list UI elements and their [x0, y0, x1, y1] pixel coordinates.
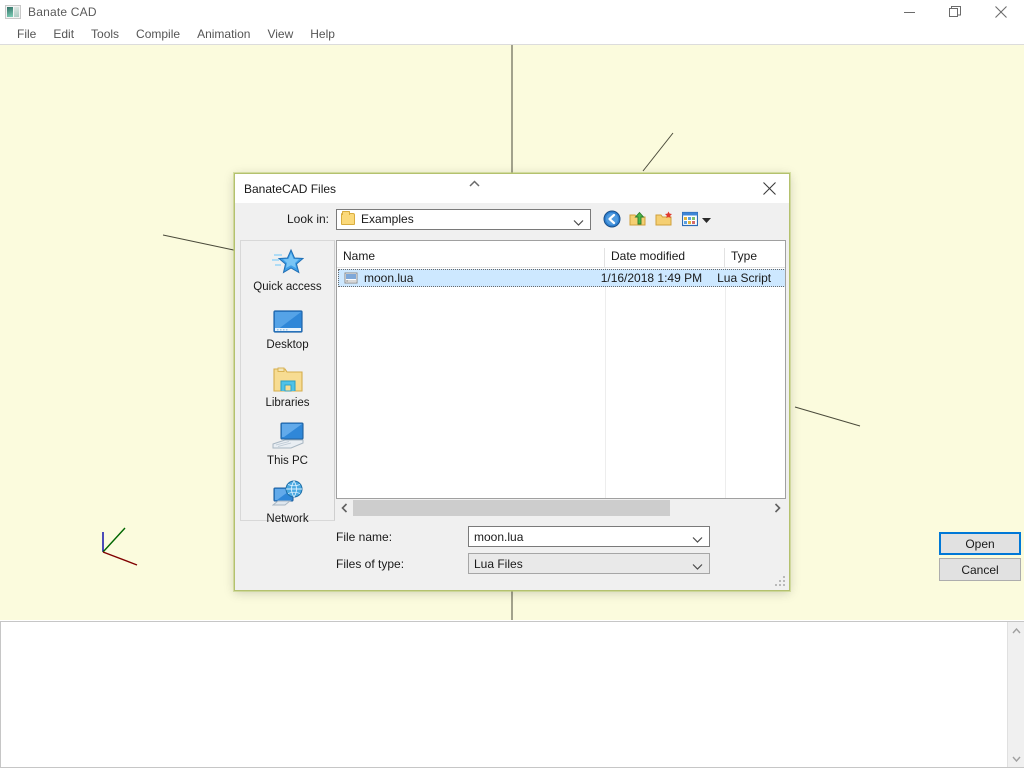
menu-item-view[interactable]: View [259, 25, 302, 43]
menu-item-file[interactable]: File [9, 25, 45, 43]
scrollbar-thumb[interactable] [353, 500, 670, 516]
menu-item-animation[interactable]: Animation [189, 25, 259, 43]
folder-icon [341, 213, 355, 225]
application-window: Banate CAD File Edit Tools Compil [0, 0, 1024, 768]
network-globe-icon [272, 478, 304, 510]
place-label: Libraries [265, 397, 309, 409]
files-of-type-select[interactable]: Lua Files [468, 553, 710, 574]
menu-item-tools[interactable]: Tools [83, 25, 128, 43]
files-of-type-label: Files of type: [235, 557, 468, 571]
views-icon[interactable] [679, 208, 701, 230]
desktop-icon [272, 304, 304, 336]
up-folder-icon[interactable] [627, 208, 649, 230]
cell-type: Lua Script [717, 271, 785, 285]
look-in-value: Examples [361, 212, 414, 226]
chevron-up-icon[interactable] [1008, 622, 1024, 639]
cancel-button[interactable]: Cancel [939, 558, 1021, 581]
dialog-title: BanateCAD Files [244, 182, 336, 196]
file-list-view[interactable]: Name Date modified Type moon.lua 1/16/20… [336, 240, 786, 499]
file-name-input[interactable]: moon.lua [468, 526, 710, 547]
place-label: Quick access [253, 281, 321, 293]
star-icon [272, 246, 304, 278]
file-list-header: Name Date modified Type [337, 248, 786, 268]
window-controls [886, 0, 1024, 24]
dialog-fields: File name: moon.lua Files of type: Lua F… [235, 526, 791, 580]
look-in-combobox[interactable]: Examples [336, 209, 591, 230]
file-name-row: File name: moon.lua [235, 526, 791, 547]
chevron-down-icon[interactable] [573, 214, 584, 232]
place-item-network[interactable]: Network [241, 473, 334, 531]
sort-ascending-icon [469, 174, 480, 192]
place-item-quick-access[interactable]: Quick access [241, 241, 334, 299]
scrollbar-track[interactable] [353, 499, 769, 517]
menu-bar: File Edit Tools Compile Animation View H… [0, 24, 1024, 44]
file-open-dialog: BanateCAD Files Look in: Examples [234, 173, 790, 591]
place-item-desktop[interactable]: Desktop [241, 299, 334, 357]
lua-script-icon [344, 271, 358, 285]
chevron-down-icon[interactable] [692, 531, 703, 549]
chevron-right-icon[interactable] [769, 499, 786, 517]
file-list-horizontal-scrollbar[interactable] [336, 499, 786, 517]
back-arrow-icon[interactable] [601, 208, 623, 230]
place-label: Desktop [266, 339, 308, 351]
place-label: Network [266, 513, 308, 525]
place-label: This PC [267, 455, 308, 467]
chevron-left-icon[interactable] [336, 499, 353, 517]
close-icon[interactable] [978, 0, 1024, 24]
menu-item-compile[interactable]: Compile [128, 25, 189, 43]
files-of-type-row: Files of type: Lua Files [235, 553, 791, 574]
look-in-label: Look in: [235, 212, 329, 226]
place-item-libraries[interactable]: Libraries [241, 357, 334, 415]
file-name-value: moon.lua [474, 530, 523, 544]
column-divider [605, 268, 606, 499]
new-folder-icon[interactable] [653, 208, 675, 230]
chevron-down-icon[interactable] [702, 210, 711, 228]
file-name-label: File name: [235, 530, 468, 544]
table-row[interactable]: moon.lua 1/16/2018 1:49 PM Lua Script [338, 269, 786, 287]
menu-item-help[interactable]: Help [302, 25, 344, 43]
column-header-name[interactable]: Name [337, 248, 605, 268]
place-item-this-pc[interactable]: This PC [241, 415, 334, 473]
places-bar: Quick access Desktop [240, 240, 335, 521]
column-divider [725, 268, 726, 499]
title-bar: Banate CAD [0, 0, 1024, 24]
restore-icon[interactable] [932, 0, 978, 24]
cell-date-modified: 1/16/2018 1:49 PM [601, 271, 717, 285]
console-scrollbar[interactable] [1007, 622, 1024, 767]
chevron-down-icon[interactable] [1008, 750, 1024, 767]
resize-grip-icon[interactable] [775, 576, 786, 587]
files-of-type-value: Lua Files [474, 557, 523, 571]
chevron-down-icon[interactable] [692, 558, 703, 576]
window-title: Banate CAD [28, 5, 97, 19]
computer-icon [272, 420, 304, 452]
cell-name: moon.lua [364, 271, 601, 285]
app-icon [5, 5, 21, 19]
minimize-icon[interactable] [886, 0, 932, 24]
look-in-bar: Look in: Examples [235, 203, 789, 235]
menu-item-edit[interactable]: Edit [45, 25, 83, 43]
libraries-folder-icon [273, 362, 303, 394]
column-header-type[interactable]: Type [725, 248, 785, 268]
column-header-date-modified[interactable]: Date modified [605, 248, 725, 268]
close-icon[interactable] [749, 174, 789, 203]
console-panel[interactable] [0, 621, 1024, 768]
dialog-title-bar: BanateCAD Files [235, 174, 789, 203]
dialog-toolbar [601, 208, 711, 230]
open-button[interactable]: Open [939, 532, 1021, 555]
